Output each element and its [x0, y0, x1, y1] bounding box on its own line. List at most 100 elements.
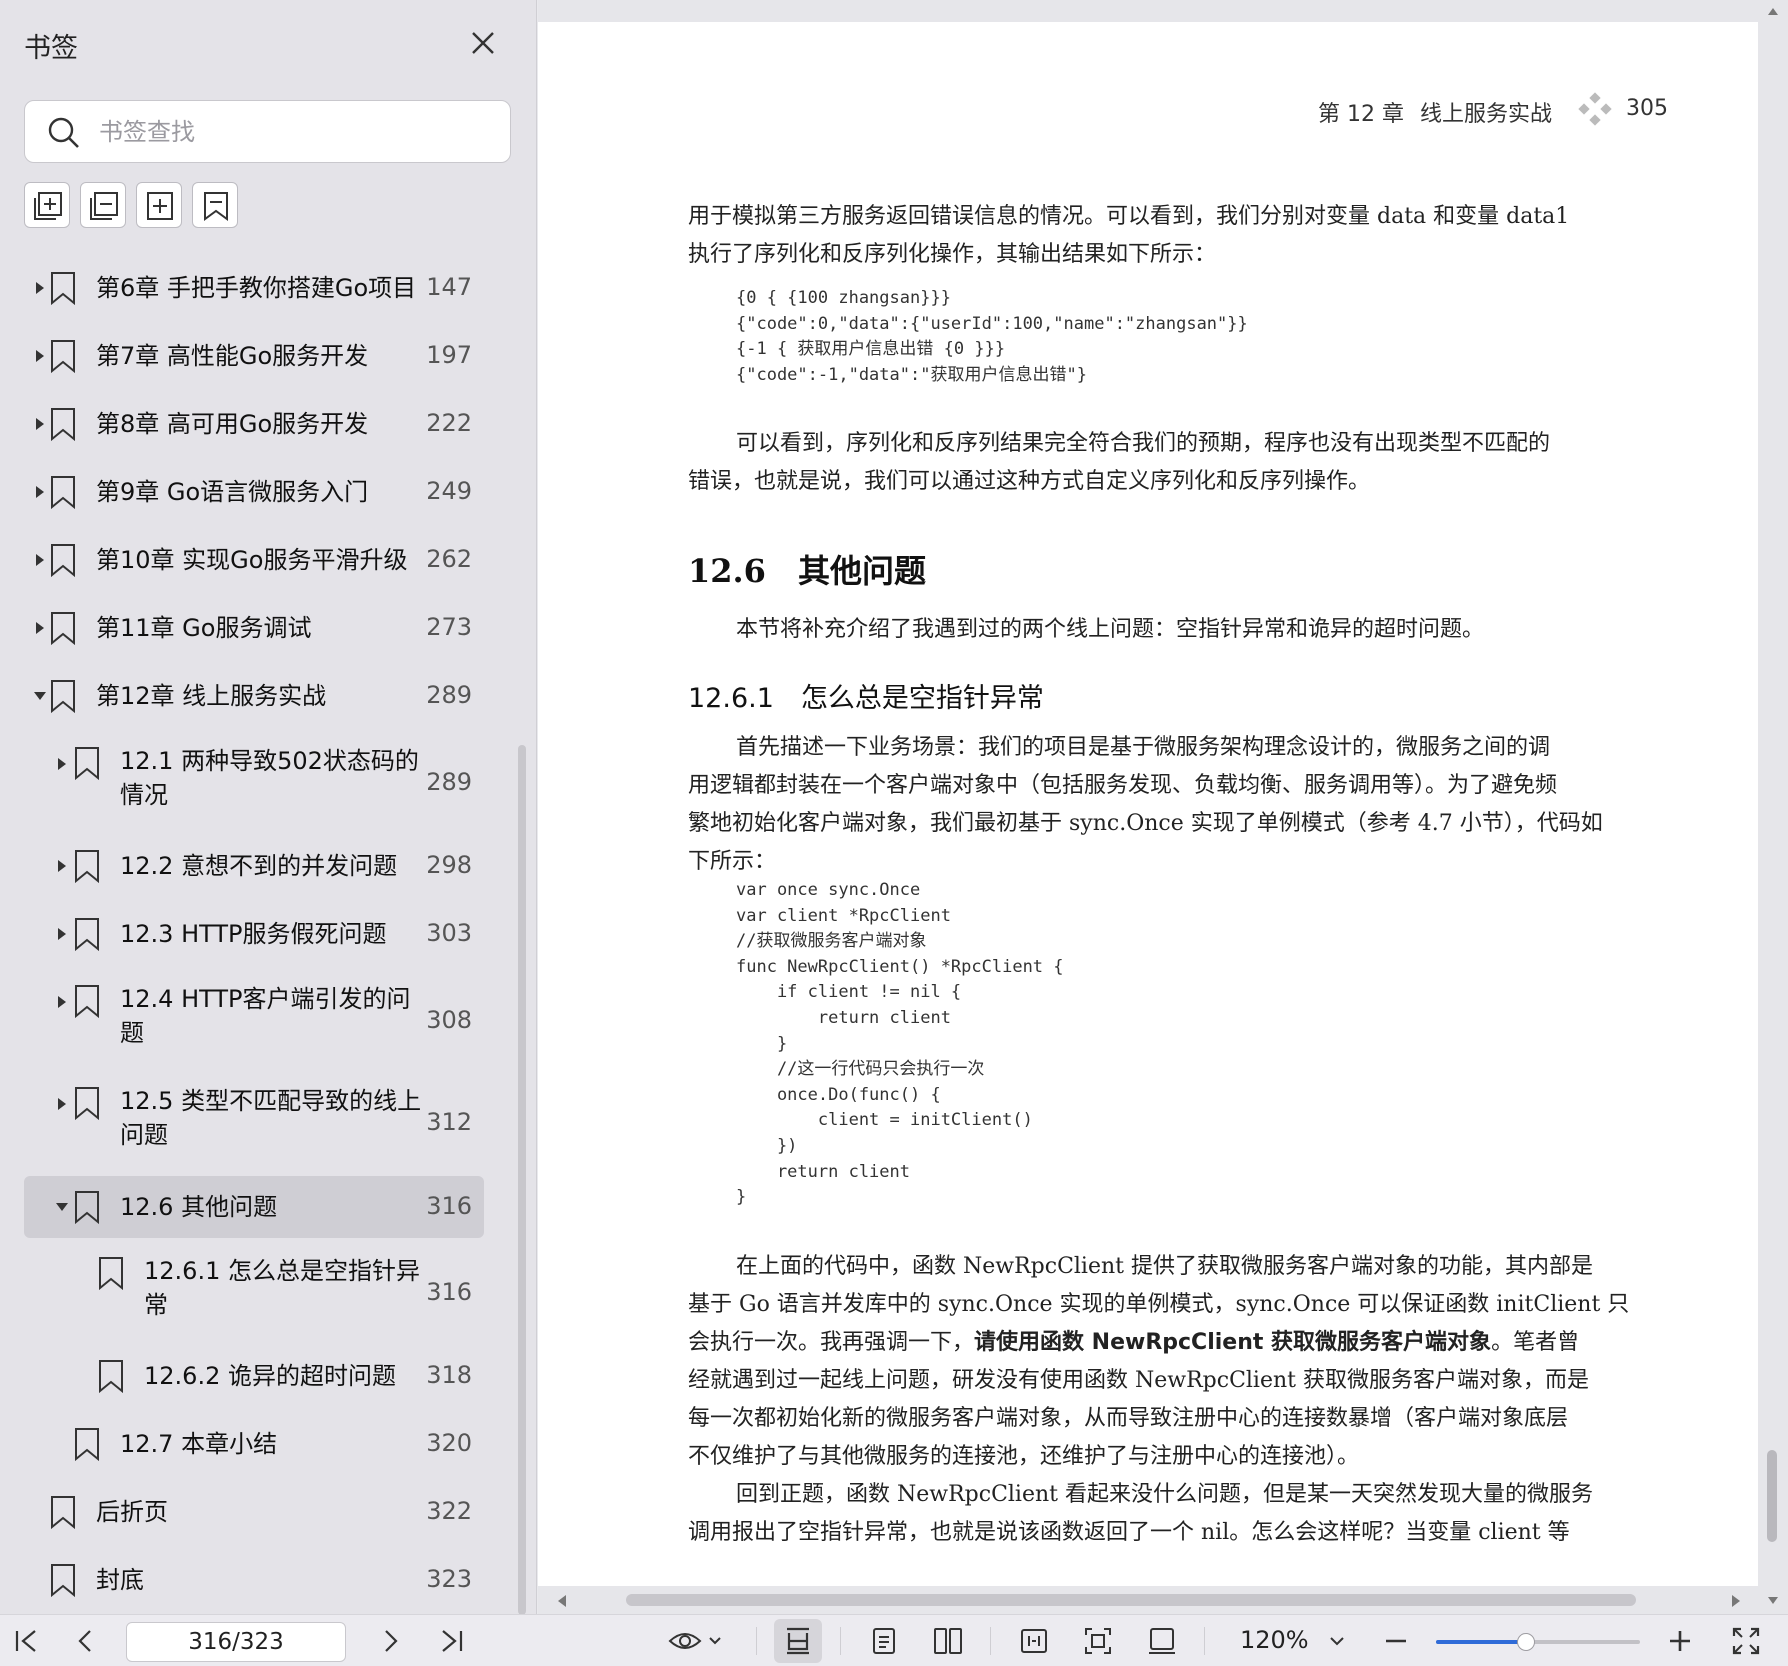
bookmark-icon	[74, 1086, 100, 1121]
paragraph: 本节将补充介绍了我遇到过的两个线上问题：空指针异常和诡异的超时问题。	[736, 617, 1485, 642]
bookmark-item[interactable]: 第11章 Go服务调试 273	[24, 606, 484, 650]
bookmark-label: 后折页	[96, 1498, 168, 1526]
bookmark-icon	[50, 1563, 76, 1598]
two-page-icon[interactable]	[928, 1623, 968, 1659]
fullscreen-icon[interactable]	[1726, 1623, 1766, 1659]
zoom-slider-knob[interactable]	[1516, 1633, 1535, 1651]
bookmark-item[interactable]: 第7章 高性能Go服务开发 197	[24, 334, 484, 378]
actual-size-icon[interactable]	[1142, 1623, 1182, 1659]
separator	[756, 1627, 757, 1655]
separator	[840, 1627, 841, 1655]
caret-right-icon[interactable]	[32, 348, 48, 364]
bookmark-label: 12.3 HTTP服务假死问题	[120, 920, 387, 948]
paragraph: 首先描述一下业务场景：我们的项目是基于微服务架构理念设计的，微服务之间的调 用逻…	[688, 735, 1603, 874]
bookmark-item[interactable]: 12.2 意想不到的并发问题 298	[24, 844, 484, 888]
caret-right-icon[interactable]	[54, 926, 70, 942]
running-head-chapter: 第 12 章	[1318, 102, 1404, 127]
scroll-right-arrow-icon[interactable]	[1730, 1593, 1742, 1612]
bookmark-item[interactable]: 12.4 HTTP客户端引发的问题 308	[24, 980, 484, 1062]
vertical-scroll-thumb[interactable]	[1767, 1450, 1777, 1542]
bookmark-label: 封底	[96, 1566, 144, 1594]
bookmark-page-number: 147	[426, 273, 472, 301]
bookmark-item[interactable]: 12.1 两种导致502状态码的 情况 289	[24, 742, 484, 824]
bookmark-icon	[50, 1495, 76, 1530]
bookmark-page-number: 312	[426, 1108, 472, 1136]
paragraph: 在上面的代码中，函数 NewRpcClient 提供了获取微服务客户端对象的功能…	[688, 1254, 1630, 1469]
zoom-in-icon[interactable]	[1660, 1623, 1700, 1659]
bookmark-item[interactable]: 后折页 322	[24, 1490, 484, 1534]
bookmark-label: 第11章 Go服务调试	[96, 614, 312, 642]
bookmark-item[interactable]: 第10章 实现Go服务平滑升级 262	[24, 538, 484, 582]
bookmark-label: 12.4 HTTP客户端引发的问题	[120, 985, 411, 1047]
caret-right-icon[interactable]	[32, 484, 48, 500]
bookmark-icon	[50, 543, 76, 578]
first-page-icon[interactable]	[6, 1623, 46, 1659]
bookmark-label: 12.6 其他问题	[120, 1193, 278, 1221]
bookmark-icon	[50, 339, 76, 374]
bookmark-item[interactable]: 12.6.1 怎么总是空指针异常 316	[24, 1252, 484, 1334]
caret-down-icon[interactable]	[54, 1199, 70, 1215]
zoom-out-icon[interactable]	[1376, 1623, 1416, 1659]
separator	[1204, 1627, 1205, 1655]
zoom-dropdown-chevron-icon[interactable]	[1322, 1623, 1352, 1659]
bookmark-label: 12.2 意想不到的并发问题	[120, 852, 398, 880]
bookmark-icon	[74, 984, 100, 1019]
bookmark-label: 第9章 Go语言微服务入门	[96, 478, 369, 506]
bookmark-icon	[50, 679, 76, 714]
bookmark-page-number: 222	[426, 409, 472, 437]
bookmark-item[interactable]: 第6章 手把手教你搭建Go项目 147	[24, 266, 484, 310]
horizontal-scroll-thumb[interactable]	[626, 1594, 1636, 1606]
bookmark-sidebar: 书签 第6章 手把手教你搭建Go项目147第7章 高性能Go服务开发197第8章…	[0, 0, 537, 1615]
bookmark-item[interactable]: 12.5 类型不匹配导致的线上 问题 312	[24, 1082, 484, 1164]
caret-down-icon[interactable]	[32, 688, 48, 704]
bookmark-label: 12.5 类型不匹配导致的线上 问题	[120, 1087, 422, 1149]
fit-width-icon[interactable]	[1014, 1623, 1054, 1659]
caret-right-icon[interactable]	[54, 1096, 70, 1112]
caret-right-icon[interactable]	[32, 416, 48, 432]
bookmark-icon	[74, 849, 100, 884]
bookmark-item[interactable]: 第12章 线上服务实战 289	[24, 674, 484, 718]
subsection-heading: 12.6.1 怎么总是空指针异常	[688, 683, 1044, 714]
bookmark-icon	[50, 611, 76, 646]
fit-page-icon[interactable]	[1078, 1623, 1118, 1659]
bookmark-label: 12.7 本章小结	[120, 1430, 278, 1458]
next-page-icon[interactable]	[370, 1623, 410, 1659]
previous-page-icon[interactable]	[66, 1623, 106, 1659]
bookmark-label: 12.6.1 怎么总是空指针异常	[144, 1257, 420, 1319]
section-heading: 12.6 其他问题	[688, 552, 926, 590]
caret-right-icon[interactable]	[54, 994, 70, 1010]
bookmark-item[interactable]: 第9章 Go语言微服务入门 249	[24, 470, 484, 514]
continuous-scroll-icon[interactable]	[778, 1623, 818, 1659]
bookmark-label: 12.1 两种导致502状态码的 情况	[120, 747, 419, 809]
vertical-scrollbar[interactable]	[1760, 0, 1784, 1614]
sidebar-scrollbar[interactable]	[518, 745, 526, 1615]
bookmark-label: 第10章 实现Go服务平滑升级	[96, 546, 408, 574]
bookmark-icon	[50, 407, 76, 442]
caret-right-icon[interactable]	[32, 280, 48, 296]
bookmark-item[interactable]: 12.7 本章小结 320	[24, 1422, 484, 1466]
bookmark-page-number: 322	[426, 1497, 472, 1525]
caret-right-icon[interactable]	[54, 858, 70, 874]
eye-view-icon[interactable]	[664, 1623, 724, 1659]
paragraph: 用于模拟第三方服务返回错误信息的情况。可以看到，我们分别对变量 data 和变量…	[688, 204, 1570, 267]
caret-right-icon[interactable]	[54, 756, 70, 772]
bookmark-item[interactable]: 第8章 高可用Go服务开发 222	[24, 402, 484, 446]
bookmark-label: 12.6.2 诡异的超时问题	[144, 1362, 396, 1390]
bookmark-page-number: 308	[426, 1006, 472, 1034]
separator	[990, 1627, 991, 1655]
emphasis-text: 请使用函数 NewRpcClient 获取微服务客户端对象	[974, 1330, 1492, 1355]
bookmark-icon	[50, 475, 76, 510]
document-page: 第 12 章 线上服务实战 305 用于模拟第三方服务返回错误信息的情况。可以看…	[538, 22, 1758, 1586]
scroll-left-arrow-icon[interactable]	[556, 1593, 568, 1612]
zoom-level[interactable]: 120%	[1240, 1626, 1309, 1654]
bookmark-item[interactable]: 封底 323	[24, 1558, 484, 1602]
caret-right-icon[interactable]	[32, 620, 48, 636]
bookmark-item[interactable]: 12.6.2 诡异的超时问题 318	[24, 1354, 484, 1398]
caret-right-icon[interactable]	[32, 552, 48, 568]
bookmark-item[interactable]: 12.6 其他问题 316	[24, 1176, 484, 1238]
page-number-input[interactable]	[126, 1622, 346, 1662]
bookmark-page-number: 273	[426, 613, 472, 641]
single-page-icon[interactable]	[864, 1623, 904, 1659]
bookmark-item[interactable]: 12.3 HTTP服务假死问题 303	[24, 912, 484, 956]
last-page-icon[interactable]	[432, 1623, 472, 1659]
